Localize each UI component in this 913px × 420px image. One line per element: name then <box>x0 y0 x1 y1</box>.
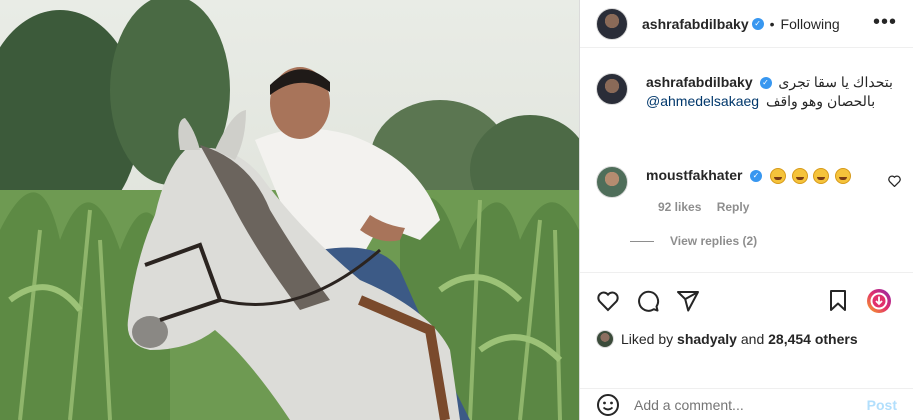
bookmark-icon[interactable] <box>826 289 850 313</box>
author-username[interactable]: ashrafabdilbaky <box>642 16 749 32</box>
photo-horse-rider <box>0 0 579 420</box>
comments-list: ashrafabdilbaky ✓ بتحداك يا سقا تجرى @ah… <box>580 49 913 271</box>
comment-reply-button[interactable]: Reply <box>717 200 750 214</box>
instagram-post: ashrafabdilbaky ✓ • Following ••• ashraf… <box>0 0 913 420</box>
caption-mention-link[interactable]: @ahmedelsakaeg <box>646 93 759 109</box>
view-replies[interactable]: View replies (2) <box>630 234 757 248</box>
comment-input[interactable] <box>634 396 854 413</box>
verified-badge-icon: ✓ <box>749 169 762 182</box>
post-sidebar: ashrafabdilbaky ✓ • Following ••• ashraf… <box>579 0 913 420</box>
liker-avatar[interactable] <box>596 330 614 348</box>
comment-emojis <box>769 167 851 184</box>
caption-author-avatar[interactable] <box>596 73 628 105</box>
post-comment-button[interactable]: Post <box>867 397 897 413</box>
author-avatar[interactable] <box>596 7 628 40</box>
caption-line-2: بالحصان وهو واقف <box>765 93 876 109</box>
caption-username[interactable]: ashrafabdilbaky <box>646 74 753 90</box>
heart-icon[interactable] <box>596 289 620 313</box>
replies-divider <box>630 241 654 243</box>
view-replies-label[interactable]: View replies (2) <box>670 234 757 248</box>
post-header: ashrafabdilbaky ✓ • Following ••• <box>580 0 913 48</box>
commenter-avatar[interactable] <box>596 166 628 198</box>
more-options-icon[interactable]: ••• <box>873 12 897 32</box>
verified-badge-icon: ✓ <box>759 77 772 90</box>
comment-meta: 92 likes Reply <box>658 200 749 214</box>
laughing-emoji-icon <box>791 167 808 184</box>
emoji-icon[interactable] <box>596 393 620 417</box>
comment-like-count[interactable]: 92 likes <box>658 200 701 214</box>
likes-conjunction: and <box>740 331 765 347</box>
header-separator: • <box>769 15 775 32</box>
laughing-emoji-icon <box>770 167 787 184</box>
action-bar <box>580 272 913 328</box>
laughing-emoji-icon <box>834 167 851 184</box>
verified-badge-icon: ✓ <box>751 17 764 30</box>
post-photo[interactable] <box>0 0 579 420</box>
likes-others-count[interactable]: 28,454 others <box>768 331 858 347</box>
comment-item: moustfakhater ✓ <box>596 166 851 198</box>
following-button[interactable]: Following <box>781 16 840 32</box>
laughing-emoji-icon <box>813 167 830 184</box>
download-extension-icon[interactable] <box>866 288 892 314</box>
likes-summary: Liked by shadyaly and 28,454 others <box>596 330 858 348</box>
comment-like-heart-icon[interactable] <box>888 175 901 187</box>
add-comment-bar: Post <box>580 388 913 420</box>
liker-username[interactable]: shadyaly <box>677 331 737 347</box>
commenter-username[interactable]: moustfakhater <box>646 167 742 183</box>
caption-line-1: بتحداك يا سقا تجرى <box>778 74 893 90</box>
likes-prefix: Liked by <box>621 331 674 347</box>
caption: ashrafabdilbaky ✓ بتحداك يا سقا تجرى @ah… <box>596 73 899 110</box>
comment-icon[interactable] <box>636 289 660 313</box>
share-icon[interactable] <box>676 289 700 313</box>
